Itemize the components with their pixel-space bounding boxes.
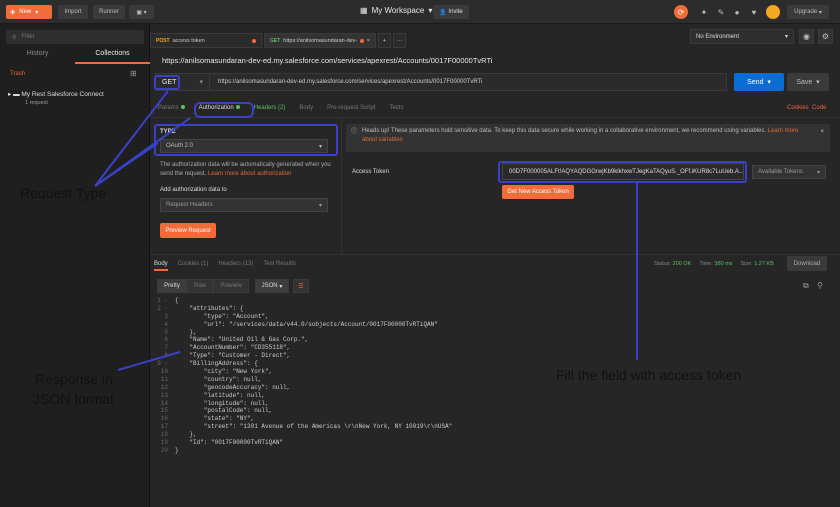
arrow-type-select (94, 142, 159, 187)
annotation-arrows (94, 90, 638, 371)
annotation-response-line2: JSON format (33, 391, 114, 407)
annotation-response-line1: Response in (35, 371, 113, 387)
annotation-fill-token: Fill the field with access token (556, 367, 742, 383)
annotation-request-type: Request Type (20, 185, 107, 201)
arrow-response (117, 351, 181, 371)
arrow-request-type (94, 90, 169, 187)
